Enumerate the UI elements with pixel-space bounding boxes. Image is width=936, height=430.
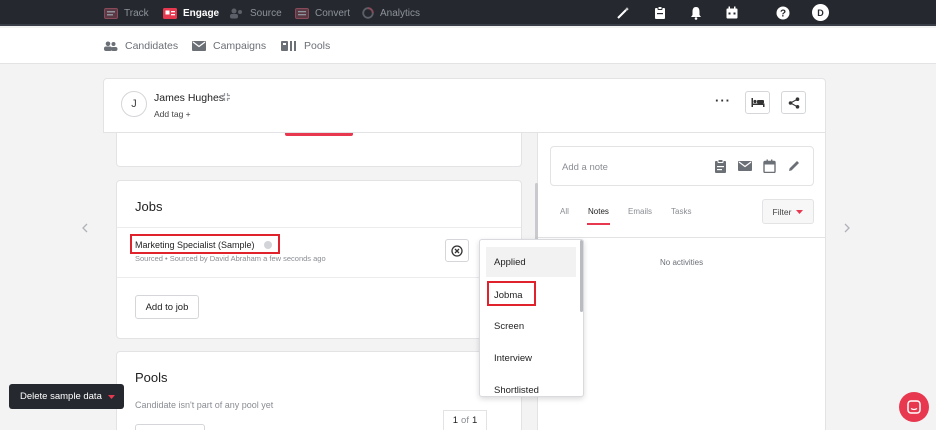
tab-indicator <box>285 133 353 136</box>
share-icon <box>788 96 799 109</box>
user-avatar[interactable]: D <box>812 4 829 21</box>
sub-navigation-bar: Candidates Campaigns Pools <box>0 28 936 64</box>
job-title-highlight <box>130 234 280 254</box>
stage-option-interview[interactable]: Interview <box>486 343 576 373</box>
nav-analytics[interactable]: Analytics <box>362 0 420 26</box>
tab-all[interactable]: All <box>560 207 569 216</box>
nav-engage[interactable]: Engage <box>163 0 219 26</box>
calendar-icon[interactable] <box>763 159 776 173</box>
page-of-label: of <box>461 415 469 426</box>
add-tag-link[interactable]: Add tag + <box>154 109 191 119</box>
divider <box>117 227 521 228</box>
nav-track[interactable]: Track <box>104 0 149 26</box>
add-to-pool-button[interactable] <box>135 424 205 430</box>
chat-support-button[interactable] <box>899 392 929 422</box>
tab-notes[interactable]: Notes <box>588 207 609 216</box>
active-tab-indicator <box>587 223 610 225</box>
close-circle-icon <box>451 244 463 257</box>
bed-button[interactable] <box>745 91 770 114</box>
pools-title: Pools <box>135 370 168 385</box>
dropdown-scrollbar[interactable] <box>580 240 583 312</box>
top-navigation-bar: Track Engage Source Convert Analytics ? … <box>0 0 936 26</box>
candidate-name[interactable]: James Hughes <box>154 92 224 104</box>
next-arrow-button[interactable] <box>836 217 858 239</box>
previous-card <box>116 133 522 167</box>
mail-icon <box>192 41 206 51</box>
help-icon[interactable]: ? <box>775 5 791 21</box>
previous-arrow-button[interactable] <box>74 217 96 239</box>
track-icon <box>104 7 118 19</box>
note-placeholder: Add a note <box>562 162 608 173</box>
divider <box>117 277 521 278</box>
engage-icon <box>163 7 177 19</box>
convert-icon <box>295 7 309 19</box>
nav-source[interactable]: Source <box>229 0 282 26</box>
filter-label: Filter <box>772 206 792 217</box>
filter-button[interactable]: Filter <box>762 199 814 224</box>
svg-text:?: ? <box>780 9 786 20</box>
delete-sample-label: Delete sample data <box>20 391 102 402</box>
analytics-icon <box>362 7 374 19</box>
tab-emails[interactable]: Emails <box>628 207 652 216</box>
bell-icon[interactable] <box>688 5 704 21</box>
add-to-job-button[interactable]: Add to job <box>135 295 199 319</box>
email-icon[interactable] <box>738 161 752 171</box>
task-icon[interactable] <box>714 159 727 173</box>
subnav-campaigns[interactable]: Campaigns <box>192 28 266 64</box>
source-icon <box>230 8 242 18</box>
magic-wand-icon[interactable] <box>615 5 631 21</box>
chevron-left-icon <box>82 223 88 233</box>
tab-tasks[interactable]: Tasks <box>671 207 691 216</box>
chevron-right-icon <box>844 223 850 233</box>
candidate-avatar: J <box>121 91 147 117</box>
pagination: 1 of 1 <box>443 410 487 430</box>
calendar-icon[interactable] <box>724 5 740 21</box>
stage-option-applied[interactable]: Applied <box>486 247 576 277</box>
stage-dropdown[interactable]: Applied Jobma Screen Interview Shortlist… <box>479 239 584 397</box>
note-input[interactable]: Add a note <box>550 146 814 186</box>
clipboard-icon[interactable] <box>652 5 668 21</box>
more-options-icon[interactable]: ··· <box>715 93 731 108</box>
stage-option-screen[interactable]: Screen <box>486 311 576 341</box>
bed-icon <box>751 98 764 107</box>
divider <box>538 237 826 238</box>
caret-down-icon <box>107 394 115 399</box>
left-column: Jobs Pools <box>103 133 537 430</box>
remove-job-button[interactable] <box>445 239 469 262</box>
subnav-candidates[interactable]: Candidates <box>103 28 178 64</box>
no-activities-message: No activities <box>660 258 704 267</box>
jobma-highlight <box>487 281 536 306</box>
delete-sample-data-button[interactable]: Delete sample data <box>9 384 124 409</box>
page-total: 1 <box>471 415 478 426</box>
share-button[interactable] <box>781 91 806 114</box>
collapse-icon[interactable] <box>221 92 231 102</box>
nav-convert[interactable]: Convert <box>295 0 350 26</box>
pools-icon <box>281 41 296 51</box>
page-current: 1 <box>452 415 459 426</box>
job-meta: Sourced • Sourced by David Abraham a few… <box>135 254 326 263</box>
subnav-pools[interactable]: Pools <box>281 28 330 64</box>
pool-empty-message: Candidate isn't part of any pool yet <box>135 400 274 410</box>
chat-icon <box>907 400 921 414</box>
stage-option-shortlisted[interactable]: Shortlisted <box>486 375 576 396</box>
pencil-icon[interactable] <box>787 159 801 173</box>
people-icon <box>104 41 118 51</box>
candidate-header: J James Hughes Add tag + ··· <box>103 78 826 133</box>
jobs-title: Jobs <box>135 199 163 214</box>
caret-down-icon <box>796 209 804 214</box>
